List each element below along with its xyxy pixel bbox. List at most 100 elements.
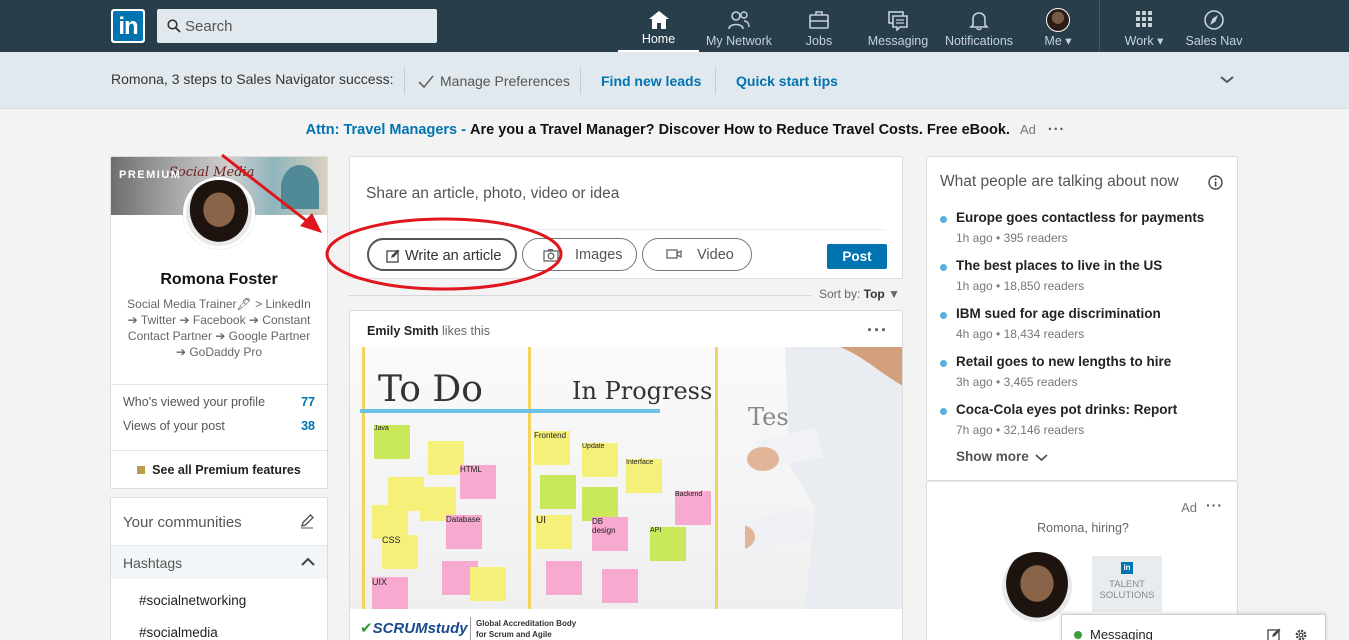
hashtags-header[interactable]: Hashtags	[111, 545, 327, 579]
communities-title: Your communities	[123, 514, 242, 531]
hashtag-item[interactable]: #socialnetworking	[139, 593, 246, 608]
sticky-note: UI	[536, 515, 572, 549]
write-article-button[interactable]: Write an article	[367, 238, 517, 271]
briefcase-icon	[809, 11, 829, 29]
bullet-icon	[940, 312, 947, 319]
linkedin-logo[interactable]: in	[111, 9, 145, 43]
video-button[interactable]: Video	[642, 238, 752, 271]
sticky-note	[540, 475, 576, 509]
online-status-icon	[1074, 631, 1082, 639]
divider	[715, 68, 716, 94]
search-bar[interactable]	[157, 9, 437, 43]
post-button[interactable]: Post	[827, 244, 887, 269]
pencil-icon[interactable]	[299, 513, 315, 529]
nav-notifications[interactable]: Notifications	[940, 0, 1018, 52]
nav-divider	[1099, 0, 1100, 52]
chevron-down-icon[interactable]	[1219, 74, 1235, 86]
post-views-stat[interactable]: Views of your post 38	[123, 419, 315, 433]
sticky-note: DB design	[592, 517, 628, 551]
post-actor: Emily Smith likes this	[367, 324, 490, 338]
network-icon	[728, 11, 750, 30]
more-options-icon[interactable]: ···	[1048, 122, 1066, 138]
bullet-icon	[940, 264, 947, 271]
share-box: Share an article, photo, video or idea W…	[349, 156, 903, 279]
nav-me[interactable]: Me ▾	[1034, 0, 1082, 52]
sticky-note: Interface	[626, 459, 662, 493]
sticky-note: Database	[446, 515, 482, 549]
quick-start-tips-link[interactable]: Quick start tips	[736, 73, 838, 89]
sticky-note: CSS	[382, 535, 418, 569]
board-column-title: In Progress	[572, 377, 713, 405]
manage-preferences-link[interactable]: Manage Preferences	[418, 73, 570, 89]
more-options-icon[interactable]: ···	[867, 320, 888, 341]
sticky-note	[428, 441, 464, 475]
info-icon[interactable]	[1208, 175, 1223, 190]
home-icon	[648, 11, 669, 29]
sticky-note: API	[650, 527, 686, 561]
sales-navigator-bar: Romona, 3 steps to Sales Navigator succe…	[0, 52, 1349, 109]
profile-name[interactable]: Romona Foster	[111, 271, 327, 289]
sticky-note	[602, 569, 638, 603]
nav-home[interactable]: Home	[618, 0, 699, 52]
scrumstudy-logo: ✔SCRUMstudy	[360, 620, 468, 637]
messaging-overlay[interactable]: Messaging	[1061, 614, 1326, 640]
sponsored-ad-line[interactable]: Attn: Travel Managers - Are you a Travel…	[0, 122, 1349, 138]
show-more-button[interactable]: Show more	[956, 449, 1048, 464]
sticky-note: UIX	[372, 577, 408, 611]
nav-work[interactable]: Work ▾	[1115, 0, 1173, 52]
sticky-note: Frontend	[534, 431, 570, 465]
sticky-note: Backend	[675, 491, 711, 525]
actor-name[interactable]: Emily Smith	[367, 324, 439, 338]
nav-sales-nav[interactable]: Sales Nav	[1182, 0, 1246, 52]
find-new-leads-link[interactable]: Find new leads	[601, 73, 701, 89]
gear-icon[interactable]	[1294, 628, 1308, 640]
search-input[interactable]	[185, 9, 425, 43]
premium-badge: PREMIUM	[119, 169, 182, 181]
profile-views-stat[interactable]: Who's viewed your profile 77	[123, 395, 315, 409]
compass-icon	[1204, 10, 1224, 30]
check-icon	[418, 75, 434, 89]
nav-my-network[interactable]: My Network	[700, 0, 778, 52]
divider	[111, 384, 327, 385]
profile-avatar[interactable]	[183, 177, 255, 249]
nav-messaging[interactable]: Messaging	[866, 0, 930, 52]
divider	[404, 68, 405, 94]
post-image[interactable]: To Do In Progress Testing Java HTML CSS …	[350, 347, 902, 640]
divider	[111, 450, 327, 451]
divider	[366, 229, 886, 230]
avatar	[1046, 8, 1070, 32]
post-views-count: 38	[301, 419, 315, 433]
hashtag-item[interactable]: #socialmedia	[139, 625, 218, 640]
more-options-icon[interactable]: ···	[1206, 497, 1223, 513]
profile-headline: Social Media Trainer🖋 > LinkedIn ➔ Twitt…	[127, 297, 311, 359]
sticky-note	[470, 567, 506, 601]
communities-card: Your communities Hashtags #socialnetwork…	[110, 497, 328, 640]
scrumstudy-logo-bar: ✔SCRUMstudy Global Accreditation Body fo…	[350, 609, 902, 640]
scrumstudy-tagline: Global Accreditation Body for Scrum and …	[476, 619, 577, 639]
sticky-note: Update	[582, 443, 618, 477]
images-button[interactable]: Images	[522, 238, 637, 271]
nav-jobs[interactable]: Jobs	[792, 0, 846, 52]
see-all-premium-link[interactable]: See all Premium features	[111, 463, 327, 477]
top-nav: in Home My Network Jobs Messaging Notifi…	[0, 0, 1349, 52]
compose-icon[interactable]	[1267, 628, 1281, 640]
ad-message[interactable]: Are you a Travel Manager? Discover How t…	[470, 122, 1010, 138]
ad-attn[interactable]: Attn: Travel Managers -	[306, 122, 466, 138]
sort-dropdown[interactable]: Sort by: Top ▼	[819, 287, 900, 301]
sticky-note	[372, 505, 408, 539]
talent-solutions-logo[interactable]: in TALENT SOLUTIONS	[1092, 556, 1162, 612]
edit-article-icon	[386, 249, 400, 263]
feed-post: Emily Smith likes this ··· To Do In Prog…	[349, 310, 903, 640]
news-title: What people are talking about now	[940, 173, 1179, 190]
profile-views-count: 77	[301, 395, 315, 409]
share-prompt[interactable]: Share an article, photo, video or idea	[366, 185, 619, 203]
messaging-icon	[888, 11, 908, 31]
divider	[580, 68, 581, 94]
sticky-note: Java	[374, 425, 410, 459]
divider	[349, 295, 811, 296]
sticky-note	[546, 561, 582, 595]
person-photo	[745, 347, 902, 609]
video-camera-icon	[666, 249, 682, 259]
hiring-prompt: Romona, hiring?	[1037, 521, 1129, 535]
profile-card: Social Media PREMIUM Romona Foster Socia…	[110, 156, 328, 489]
